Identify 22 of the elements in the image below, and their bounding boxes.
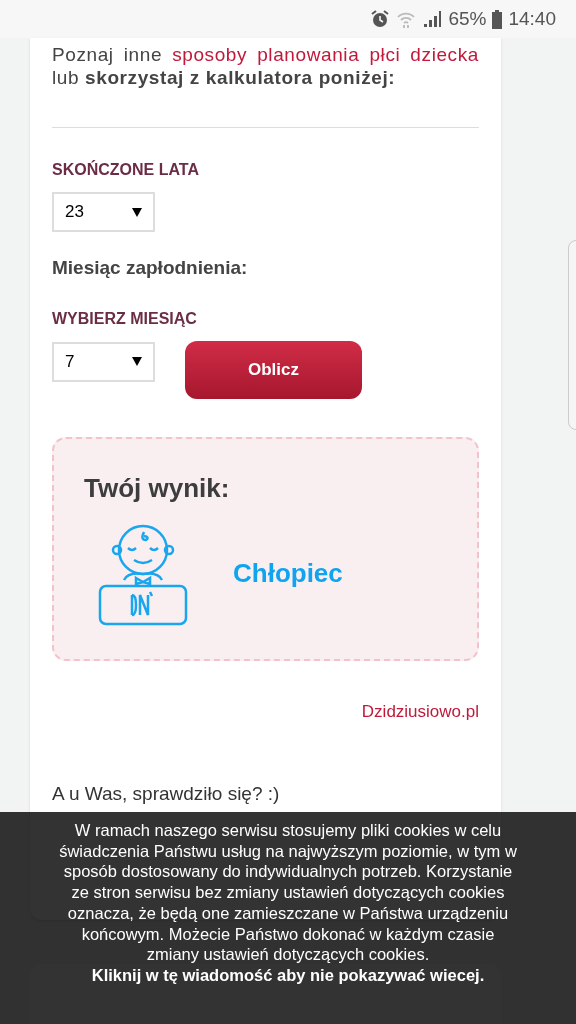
cookie-banner[interactable] — [0, 812, 576, 1024]
age-label: SKOŃCZONE LATA — [52, 159, 200, 180]
month-select[interactable]: 7 — [52, 341, 155, 382]
question-text: A u Was, sprawdziło się? :) — [52, 782, 281, 806]
dropdown-triangle-icon — [132, 357, 142, 366]
alarm-icon — [370, 9, 391, 29]
cookie-notice-text: W ramach naszego serwisu stosujemy pliki cookies w celu świadczenia Państwu usług na najwyższym poziomie, w tym w sposób dostosowany do indywidualnych potrzeb. Korzystanie ze stron serwisu bez zmiany ustawień dotyczących cookies oznacza, że będą one zamieszczane w Państwa urządzeniu końcowym. Możecie Państwo dokonać w każdym czasie zmiany ustawień dotyczących cookies. — [58, 820, 518, 965]
signal-icon — [422, 9, 443, 29]
clock-time: 14:40 — [508, 6, 556, 31]
intro-paragraph: Poznaj inne sposoby planowania płci dziecka lub skorzystaj z kalkulatora poniżej: — [52, 43, 479, 89]
cookie-dismiss-text: Kliknij w tę wiadomość aby nie pokazywać wiecej. — [90, 964, 486, 986]
month-label: WYBIERZ MIESIĄC — [52, 308, 198, 329]
planning-methods-link[interactable]: sposoby planowania płci dziecka — [172, 44, 479, 65]
calculate-button[interactable]: Oblicz — [185, 340, 362, 399]
source-link[interactable]: Dzidziusiowo.pl — [361, 698, 479, 724]
battery-icon — [492, 9, 503, 29]
battery-percentage: 65% — [448, 6, 487, 31]
result-title: Twój wynik: — [84, 471, 231, 505]
age-select[interactable]: 23 — [52, 192, 155, 232]
result-value: Chłopiec — [233, 557, 343, 590]
dropdown-triangle-icon — [132, 207, 142, 217]
month-heading: Miesiąc zapłodnienia: — [52, 256, 249, 280]
